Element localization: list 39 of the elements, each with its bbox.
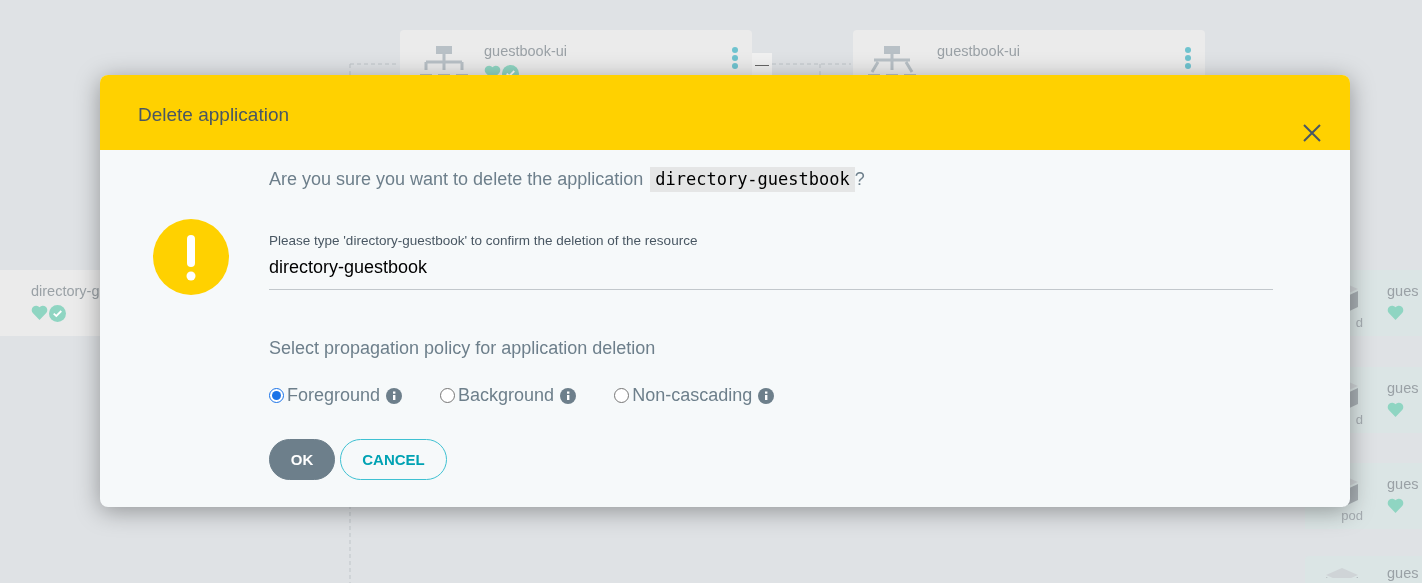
check-circle-icon [49,305,66,322]
graph-node[interactable]: guestbook-ui [853,30,1205,75]
node-name: guestbook-ui [484,44,568,59]
app-name-code: directory-guestbook [650,166,855,193]
node-name: gues [1387,381,1419,396]
node-name: directory-g [31,284,100,299]
heart-icon [1387,498,1404,515]
heart-icon [31,305,48,322]
collapse-button[interactable]: — [752,53,772,75]
info-icon[interactable] [386,387,403,404]
node-name: gues [1387,566,1419,581]
question-mark: ? [854,168,865,191]
question-text: Are you sure you want to delete the application [269,168,644,191]
info-icon[interactable] [560,387,577,404]
radio-label[interactable]: Foreground [287,382,381,410]
graph-node[interactable]: gues [1305,556,1422,583]
node-type-label: pod [1340,509,1363,522]
node-name: gues [1387,284,1419,299]
hierarchy-icon [420,46,468,75]
network-icon [868,46,916,75]
info-icon[interactable] [758,387,775,404]
radio-button[interactable] [614,388,630,404]
radio-label[interactable]: Non-cascading [632,382,753,410]
radio-label[interactable]: Background [458,382,555,410]
ok-button[interactable]: OK [269,439,335,481]
radio-button[interactable] [269,388,284,404]
heart-icon [484,65,501,75]
close-icon[interactable] [1303,124,1321,142]
node-name: guestbook-ui [937,44,1021,59]
confirm-input-field[interactable]: directory-guestbook [269,254,1273,291]
warning-icon [152,219,229,295]
heart-icon [1387,305,1404,322]
heart-icon [1387,402,1404,419]
dialog-title: Delete application [138,103,290,127]
confirm-field-label: Please type 'directory-guestbook' to confirm the deletion of the resource [269,232,699,250]
graph-node[interactable]: guestbook-ui [400,30,752,75]
node-name: gues [1387,477,1419,492]
radio-button[interactable] [440,388,456,404]
policy-heading: Select propagation policy for application deletion [269,337,657,361]
